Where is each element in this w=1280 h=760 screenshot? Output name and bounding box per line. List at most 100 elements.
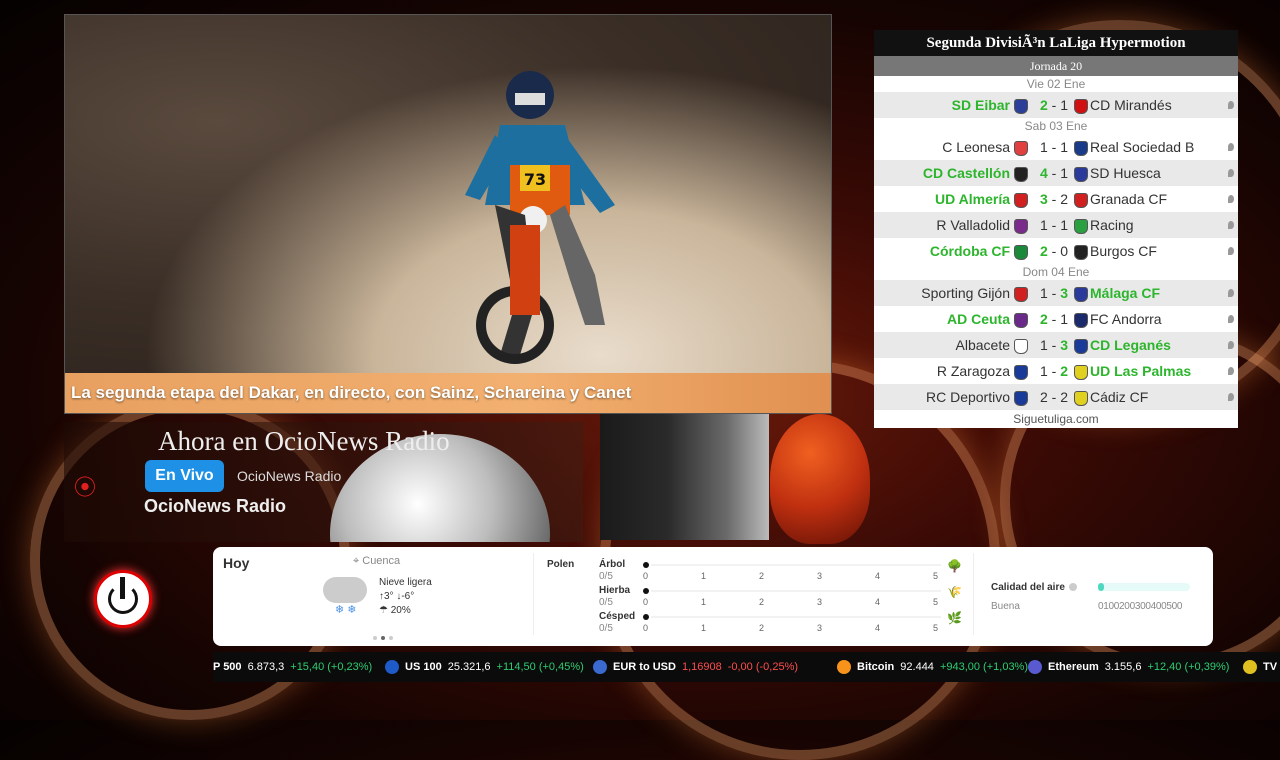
match-score: 2 - 1 — [1039, 311, 1069, 327]
away-team: Cádiz CF — [1090, 389, 1149, 405]
match-row[interactable]: Córdoba CF 2 - 0 Burgos CF — [874, 238, 1238, 264]
ticker-item[interactable]: US 100 25.321,6 +114,50 (+0,45%) — [385, 652, 584, 682]
match-row[interactable]: RC Deportivo 2 - 2 Cádiz CF — [874, 384, 1238, 410]
home-team: Albacete — [955, 337, 1010, 353]
carousel-dots[interactable] — [373, 629, 397, 643]
away-crest-icon — [1074, 365, 1088, 380]
match-score: 2 - 2 — [1039, 389, 1069, 405]
match-row[interactable]: Sporting Gijón 1 - 3 Málaga CF — [874, 280, 1238, 306]
power-icon-bar — [120, 577, 125, 599]
plant-icon: 🌾 — [947, 585, 962, 599]
location-pin-icon[interactable] — [1228, 221, 1234, 229]
ticker-name: P 500 — [213, 661, 242, 673]
ticker-tail-badge: TV — [1243, 652, 1280, 682]
ticker-item[interactable]: EUR to USD 1,16908 -0,00 (-0,25%) — [593, 652, 798, 682]
location-pin-icon: ⌖ — [353, 555, 363, 567]
ticker-change: +12,40 (+0,39%) — [1147, 661, 1230, 673]
ticker-item[interactable]: Ethereum 3.155,6 +12,40 (+0,39%) — [1028, 652, 1229, 682]
location-pin-icon[interactable] — [1228, 169, 1234, 177]
info-icon[interactable] — [1068, 583, 1077, 592]
away-crest-icon — [1074, 219, 1088, 234]
radio-logo-icon: ⦿ — [74, 475, 97, 500]
home-crest-icon — [1014, 391, 1028, 406]
temp-high: 3° — [384, 591, 394, 602]
polen-name: Hierba — [599, 585, 631, 596]
ticker-name: Ethereum — [1048, 661, 1099, 673]
away-team: CD Leganés — [1090, 337, 1171, 353]
ticker-price: 92.444 — [900, 661, 934, 673]
league-results-panel: Segunda DivisiÃ³n LaLiga Hypermotion Jor… — [874, 30, 1238, 428]
match-row[interactable]: R Valladolid 1 - 1 Racing — [874, 212, 1238, 238]
polen-row: Hierba 0/5 0 1 2 3 4 5 🌾 — [599, 585, 962, 608]
home-team: CD Castellón — [922, 165, 1010, 181]
radio-station-small: OcioNews Radio — [237, 468, 342, 484]
air-quality-label: Calidad del aire — [991, 582, 1077, 593]
location-pin-icon[interactable] — [1228, 195, 1234, 203]
home-team: AD Ceuta — [946, 311, 1010, 327]
away-team: Málaga CF — [1090, 285, 1161, 301]
location-pin-icon[interactable] — [1228, 289, 1234, 297]
home-team: R Zaragoza — [936, 363, 1010, 379]
asset-icon — [593, 660, 607, 675]
away-team: Racing — [1090, 217, 1134, 233]
location-pin-icon[interactable] — [1228, 101, 1234, 109]
ticker-change: +15,40 (+0,23%) — [290, 661, 373, 673]
live-button[interactable]: En Vivo — [145, 460, 224, 492]
asset-icon — [1028, 660, 1042, 675]
league-footer-link[interactable]: Siguetuliga.com — [874, 410, 1238, 428]
league-title: Segunda DivisiÃ³n LaLiga Hypermotion — [874, 30, 1238, 56]
location-pin-icon[interactable] — [1228, 315, 1234, 323]
away-team: Burgos CF — [1090, 243, 1157, 259]
radio-panel: ⦿ Ahora en OcioNews Radio En Vivo OcioNe… — [64, 422, 583, 542]
location-pin-icon[interactable] — [1228, 247, 1234, 255]
news-headline[interactable]: La segunda etapa del Dakar, en directo, … — [71, 383, 631, 403]
away-crest-icon — [1074, 245, 1088, 260]
match-day-label: Vie 02 Ene — [1026, 77, 1086, 91]
polen-track — [651, 564, 941, 566]
match-row[interactable]: SD Eibar 2 - 1 CD Mirandés — [874, 92, 1238, 118]
weather-precipitation: ☂ 20% — [379, 605, 411, 616]
ticker-item[interactable]: Bitcoin 92.444 +943,00 (+1,03%) — [837, 652, 1028, 682]
away-team: Real Sociedad B — [1090, 139, 1195, 155]
match-row[interactable]: Albacete 1 - 3 CD Leganés — [874, 332, 1238, 358]
polen-name: Césped — [599, 611, 636, 622]
polen-score: 0/5 — [599, 623, 613, 634]
location-pin-icon[interactable] — [1228, 341, 1234, 349]
match-row[interactable]: AD Ceuta 2 - 1 FC Andorra — [874, 306, 1238, 332]
polen-score: 0/5 — [599, 597, 613, 608]
news-caption: La segunda etapa del Dakar, en directo, … — [65, 373, 831, 413]
match-row[interactable]: UD Almería 3 - 2 Granada CF — [874, 186, 1238, 212]
match-score: 2 - 0 — [1039, 243, 1069, 259]
air-quality-bar — [1098, 583, 1190, 591]
video-thumbnail[interactable] — [600, 414, 769, 540]
power-button[interactable] — [94, 570, 152, 628]
polen-level-marker — [643, 562, 649, 568]
away-crest-icon — [1074, 141, 1088, 156]
location-pin-icon[interactable] — [1228, 143, 1234, 151]
location-pin-icon[interactable] — [1228, 367, 1234, 375]
weather-today: Hoy — [223, 555, 250, 571]
away-team: CD Mirandés — [1090, 97, 1172, 113]
polen-level-marker — [643, 614, 649, 620]
match-score: 4 - 1 — [1039, 165, 1069, 181]
umbrella-icon: ☂ — [379, 605, 391, 616]
ticker-name: EUR to USD — [613, 661, 676, 673]
polen-track — [651, 590, 941, 592]
news-photo: 73 — [65, 15, 831, 373]
news-card[interactable]: 73 La segunda etapa del Dakar, en direct… — [64, 14, 832, 414]
away-crest-icon — [1074, 167, 1088, 182]
plant-icon: 🌳 — [947, 559, 962, 573]
home-team: Córdoba CF — [929, 243, 1010, 259]
location-pin-icon[interactable] — [1228, 393, 1234, 401]
polen-label: Polen — [547, 559, 575, 570]
ticker-item[interactable]: P 500 6.873,3 +15,40 (+0,23%) — [213, 652, 372, 682]
match-row[interactable]: R Zaragoza 1 - 2 UD Las Palmas — [874, 358, 1238, 384]
match-row[interactable]: CD Castellón 4 - 1 SD Huesca — [874, 160, 1238, 186]
air-quality-state: Buena — [991, 601, 1020, 612]
home-team: R Valladolid — [936, 217, 1010, 233]
match-row[interactable]: C Leonesa 1 - 1 Real Sociedad B — [874, 134, 1238, 160]
away-crest-icon — [1074, 287, 1088, 302]
weather-location-text: Cuenca — [362, 555, 401, 567]
weather-location[interactable]: ⌖ Cuenca — [353, 555, 400, 568]
ticker-name: US 100 — [405, 661, 442, 673]
